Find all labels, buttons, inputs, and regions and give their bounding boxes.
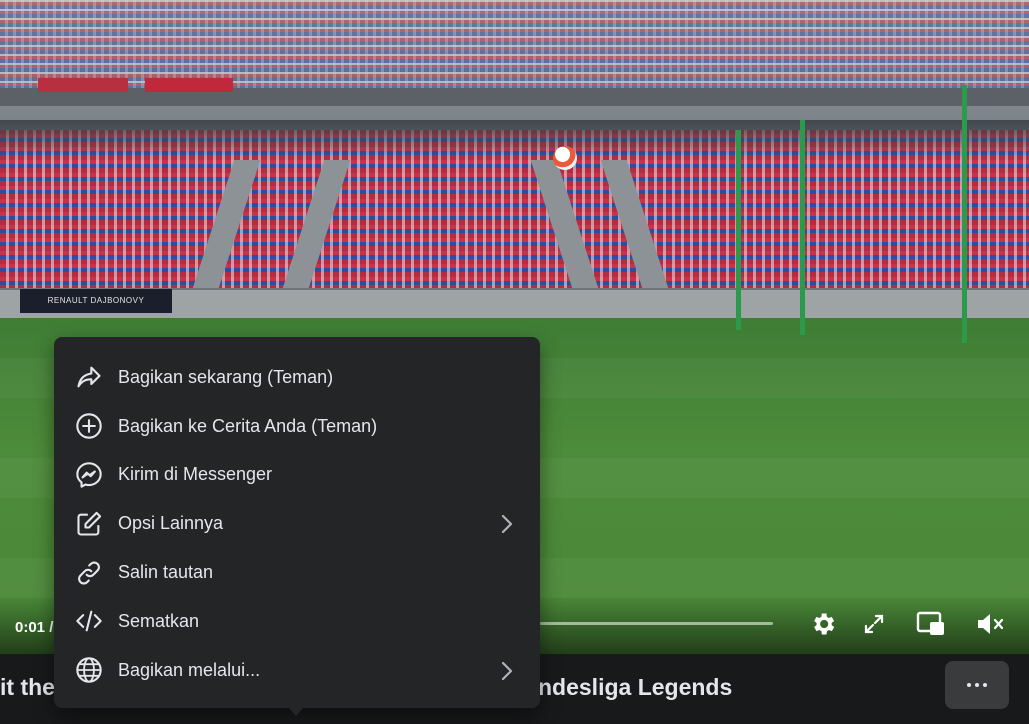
picture-in-picture-button[interactable]: [914, 607, 948, 641]
edit-icon: [74, 509, 104, 539]
menu-item-copy-link[interactable]: Salin tautan: [54, 548, 540, 597]
ad-board: RENAULT DAJBONOVY: [20, 289, 172, 313]
mute-button[interactable]: [973, 607, 1007, 641]
football: [553, 146, 577, 170]
chevron-right-icon: [496, 660, 516, 682]
gear-icon: [814, 613, 835, 635]
speaker-muted-icon: [978, 614, 1004, 634]
video-title-fragment: ndesliga Legends: [538, 674, 733, 700]
menu-item-embed[interactable]: Sematkan: [54, 597, 540, 646]
menu-item-share-to-story[interactable]: Bagikan ke Cerita Anda (Teman): [54, 402, 540, 451]
menu-pointer: [287, 706, 305, 716]
menu-item-label: Bagikan ke Cerita Anda (Teman): [118, 415, 378, 436]
menu-item-label: Sematkan: [118, 610, 200, 631]
video-title-fragment: it the: [0, 674, 55, 700]
video-progress-bar[interactable]: [540, 622, 773, 625]
menu-item-share-via[interactable]: Bagikan melalui...: [54, 646, 540, 695]
pip-icon: [916, 611, 944, 635]
settings-button[interactable]: [806, 607, 840, 641]
net-pole: [962, 85, 967, 343]
stand-shadow: [0, 120, 1029, 160]
menu-item-label: Kirim di Messenger: [118, 464, 273, 485]
messenger-icon: [74, 460, 104, 490]
link-icon: [74, 558, 104, 588]
share-arrow-icon: [74, 362, 104, 392]
globe-icon: [74, 655, 104, 685]
stadium-banner: [145, 78, 233, 92]
plus-circle-icon: [74, 411, 104, 441]
net-pole: [800, 120, 805, 335]
menu-item-more-options[interactable]: Opsi Lainnya: [54, 499, 540, 548]
fullscreen-button[interactable]: [857, 607, 891, 641]
embed-code-icon: [74, 606, 104, 636]
expand-icon: [864, 614, 884, 634]
menu-item-label: Salin tautan: [118, 562, 214, 583]
chevron-right-icon: [496, 513, 516, 535]
upper-stand: [0, 0, 1029, 90]
share-menu: Bagikan sekarang (Teman) Bagikan ke Ceri…: [54, 337, 540, 708]
net-pole: [736, 130, 741, 330]
stadium-banner: [38, 78, 128, 92]
more-dots-icon: [967, 683, 971, 687]
more-dots-icon: [983, 683, 987, 687]
menu-item-share-now[interactable]: Bagikan sekarang (Teman): [54, 353, 540, 402]
menu-item-label: Bagikan melalui...: [118, 659, 261, 680]
menu-item-label: Bagikan sekarang (Teman): [118, 366, 334, 387]
more-dots-icon: [975, 683, 979, 687]
video-time: 0:01 /: [15, 619, 54, 636]
menu-item-send-messenger[interactable]: Kirim di Messenger: [54, 451, 540, 500]
more-options-button[interactable]: [945, 661, 1009, 709]
menu-item-label: Opsi Lainnya: [118, 513, 224, 534]
